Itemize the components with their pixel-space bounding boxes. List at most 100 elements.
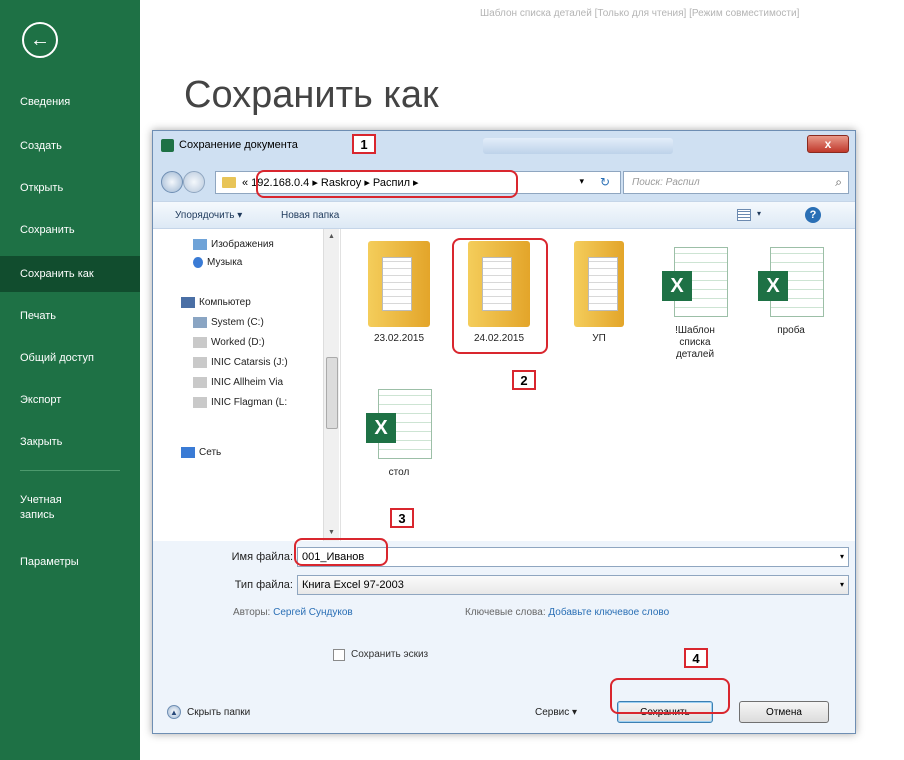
callout-filename xyxy=(294,538,388,566)
scroll-down-icon[interactable]: ▼ xyxy=(328,529,335,536)
refresh-icon[interactable]: ↻ xyxy=(600,175,610,189)
drive-icon xyxy=(193,377,207,388)
authors-value[interactable]: Сергей Сундуков xyxy=(273,607,353,618)
filename-label: Имя файла: xyxy=(231,551,293,563)
backstage-nav: ← Сведения Создать Открыть Сохранить Сох… xyxy=(0,0,140,760)
page-heading: Сохранить как xyxy=(184,74,439,116)
keywords-value[interactable]: Добавьте ключевое слово xyxy=(548,607,669,618)
drive-icon xyxy=(193,357,207,368)
tree-label: INIC Catarsis (J:) xyxy=(211,357,288,368)
navigation-pane: Изображения Музыка Компьютер System (C:)… xyxy=(153,229,341,541)
tree-label: Музыка xyxy=(207,257,243,268)
network-icon xyxy=(181,447,195,458)
tree-item-music[interactable]: Музыка xyxy=(193,257,333,268)
drive-icon xyxy=(193,317,207,328)
dialog-titlebar[interactable]: Сохранение документа x xyxy=(153,131,855,159)
authors-field: Авторы: Сергей Сундуков xyxy=(233,607,353,618)
music-icon xyxy=(193,257,203,268)
filetype-label: Тип файла: xyxy=(234,579,293,591)
nav-info[interactable]: Сведения xyxy=(0,84,140,120)
callout-number-1: 1 xyxy=(352,134,376,154)
folder-icon xyxy=(222,177,236,188)
tree-item-allheim[interactable]: INIC Allheim Via xyxy=(193,377,333,388)
back-icon[interactable] xyxy=(161,171,183,193)
tree-scrollbar[interactable]: ▲ ▼ xyxy=(323,229,339,541)
chevron-up-icon: ▲ xyxy=(167,705,181,719)
file-label: стол xyxy=(388,467,410,478)
forward-icon[interactable] xyxy=(183,171,205,193)
pictures-icon xyxy=(193,239,207,250)
hide-folders-button[interactable]: ▲ Скрыть папки xyxy=(167,705,250,719)
nav-options[interactable]: Параметры xyxy=(0,544,140,580)
nav-account-line1: Учетная xyxy=(20,494,62,506)
nav-open[interactable]: Открыть xyxy=(0,170,140,206)
tree-item-pictures[interactable]: Изображения xyxy=(193,239,333,250)
tree-label: System (C:) xyxy=(211,317,264,328)
nav-account[interactable]: Учетная запись xyxy=(0,490,140,526)
nav-close[interactable]: Закрыть xyxy=(0,424,140,460)
search-input[interactable]: Поиск: Распил ⌕ xyxy=(623,171,849,194)
callout-folder xyxy=(452,238,548,354)
hide-folders-label: Скрыть папки xyxy=(187,706,251,718)
callout-number-2: 2 xyxy=(512,370,536,390)
dialog-title: Сохранение документа xyxy=(179,139,298,151)
thumbnail-checkbox[interactable] xyxy=(333,649,345,661)
callout-save xyxy=(610,678,730,714)
search-placeholder: Поиск: Распил xyxy=(632,177,700,188)
nav-new[interactable]: Создать xyxy=(0,128,140,164)
document-title: Шаблон списка деталей [Только для чтения… xyxy=(480,8,800,19)
scroll-up-icon[interactable]: ▲ xyxy=(328,233,335,240)
nav-share[interactable]: Общий доступ xyxy=(0,340,140,376)
tree-label: Сеть xyxy=(199,447,222,458)
nav-print[interactable]: Печать xyxy=(0,298,140,334)
chevron-down-icon[interactable]: ▾ xyxy=(579,176,584,187)
excel-app-icon xyxy=(161,139,174,152)
tree-item-computer[interactable]: Компьютер xyxy=(181,297,321,308)
excel-file-icon: X xyxy=(758,247,824,319)
folder-item[interactable]: 23.02.2015 xyxy=(357,241,441,345)
callout-number-4: 4 xyxy=(684,648,708,668)
thumbnail-label: Сохранить эскиз xyxy=(351,649,429,660)
drive-icon xyxy=(193,337,207,348)
keywords-field: Ключевые слова: Добавьте ключевое слово xyxy=(465,607,669,618)
nav-export[interactable]: Экспорт xyxy=(0,382,140,418)
dialog-toolbar: Упорядочить ▾ Новая папка ▾ ? xyxy=(153,201,855,229)
excel-file-icon: X xyxy=(662,247,728,319)
excel-file-item[interactable]: X проба xyxy=(749,247,833,337)
tree-item-worked-d[interactable]: Worked (D:) xyxy=(193,337,333,348)
file-label: !Шаблон списка деталей xyxy=(675,325,715,360)
chevron-down-icon[interactable]: ▾ xyxy=(840,580,844,589)
save-dialog: Сохранение документа x « 192.168.0.4 ▸ R… xyxy=(152,130,856,734)
tools-menu[interactable]: Сервис ▾ xyxy=(535,707,577,718)
back-arrow-icon[interactable]: ← xyxy=(22,22,58,58)
close-button[interactable]: x xyxy=(807,135,849,153)
tree-item-network[interactable]: Сеть xyxy=(181,447,321,458)
excel-file-item[interactable]: X !Шаблон списка деталей xyxy=(653,247,737,361)
callout-address xyxy=(256,170,518,198)
cancel-button[interactable]: Отмена xyxy=(739,701,829,723)
folder-item[interactable]: УП xyxy=(557,241,641,345)
new-folder-button[interactable]: Новая папка xyxy=(281,210,339,221)
scroll-thumb[interactable] xyxy=(326,357,338,429)
file-label: проба xyxy=(777,325,805,336)
nav-save[interactable]: Сохранить xyxy=(0,212,140,248)
nav-save-as[interactable]: Сохранить как xyxy=(0,256,140,292)
chevron-down-icon[interactable]: ▾ xyxy=(757,209,761,218)
computer-icon xyxy=(181,297,195,308)
save-form: Имя файла: 001_Иванов ▾ Тип файла: Книга… xyxy=(153,541,855,733)
tree-label: Worked (D:) xyxy=(211,337,265,348)
help-icon[interactable]: ? xyxy=(805,207,821,223)
tree-item-flagman[interactable]: INIC Flagman (L: xyxy=(193,397,333,408)
excel-file-item[interactable]: X стол xyxy=(357,389,441,479)
chevron-down-icon[interactable]: ▾ xyxy=(840,552,844,561)
filetype-select[interactable]: Книга Excel 97-2003 ▾ xyxy=(297,575,849,595)
callout-number-3: 3 xyxy=(390,508,414,528)
view-options-icon[interactable] xyxy=(737,209,751,221)
file-label: 23.02.2015 xyxy=(373,333,425,344)
excel-file-icon: X xyxy=(366,389,432,461)
tree-item-catarsis[interactable]: INIC Catarsis (J:) xyxy=(193,357,333,368)
search-icon[interactable]: ⌕ xyxy=(835,175,842,190)
organize-button[interactable]: Упорядочить ▾ xyxy=(175,210,242,221)
nav-separator xyxy=(20,470,120,471)
tree-item-system-c[interactable]: System (C:) xyxy=(193,317,333,328)
